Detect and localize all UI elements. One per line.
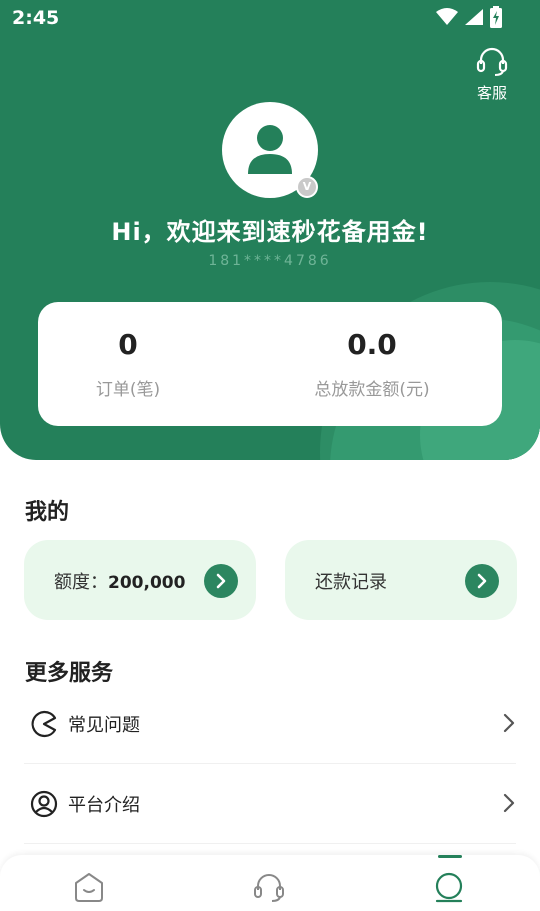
chevron-right-icon — [503, 793, 515, 813]
chevron-right-icon — [503, 713, 515, 733]
bottom-tab-bar — [0, 855, 540, 911]
credit-limit-value: 200,000 — [108, 573, 186, 593]
mine-section-title: 我的 — [25, 500, 70, 525]
customer-service-button[interactable]: 客服 — [472, 46, 512, 103]
menu-item-faq[interactable]: 常见问题 — [24, 684, 516, 764]
headset-icon — [476, 47, 508, 76]
status-bar: 2:45 — [0, 0, 540, 36]
active-tab-indicator — [438, 855, 462, 858]
loan-total-label: 总放款金额(元) — [314, 380, 430, 400]
repayment-record-arrow-button[interactable] — [465, 564, 499, 598]
orders-count: 0 — [118, 328, 138, 361]
credit-limit-arrow-button[interactable] — [204, 564, 238, 598]
stats-card: 0 订单(笔) 0.0 总放款金额(元) — [38, 302, 502, 426]
status-icons — [436, 6, 502, 28]
tab-mine[interactable] — [360, 855, 540, 911]
faq-icon — [31, 710, 57, 738]
orders-label: 订单(笔) — [95, 380, 161, 400]
repayment-record-label: 还款记录 — [315, 572, 387, 593]
home-icon — [75, 873, 103, 902]
repayment-record-card[interactable]: 还款记录 — [285, 540, 517, 620]
verified-badge: V — [296, 176, 318, 198]
person-icon — [248, 125, 292, 174]
customer-service-label: 客服 — [476, 84, 507, 102]
loan-total-value: 0.0 — [347, 328, 397, 361]
menu-item-platform-intro[interactable]: 平台介绍 — [24, 764, 516, 844]
headset-icon — [254, 874, 284, 902]
credit-limit-card[interactable]: 额度：200,000 — [24, 540, 256, 620]
user-circle-icon — [30, 790, 58, 818]
profile-icon — [435, 872, 463, 903]
signal-icon — [465, 9, 483, 25]
credit-limit-text: 额度：200,000 — [54, 568, 185, 594]
tab-service[interactable] — [180, 855, 360, 911]
faq-label: 常见问题 — [68, 715, 140, 736]
chevron-right-icon — [216, 573, 226, 589]
orders-stat[interactable]: 0 订单(笔) — [12, 302, 244, 400]
platform-intro-label: 平台介绍 — [68, 795, 140, 816]
battery-icon — [490, 6, 502, 28]
wifi-icon — [436, 8, 458, 25]
chevron-right-icon — [477, 573, 487, 589]
credit-limit-label: 额度： — [54, 572, 108, 593]
greeting-title: Hi，欢迎来到速秒花备用金! — [111, 218, 429, 246]
phone-number: 181****4786 — [208, 253, 332, 269]
status-time: 2:45 — [12, 7, 60, 29]
tab-home[interactable] — [0, 855, 180, 911]
loan-total-stat[interactable]: 0.0 总放款金额(元) — [256, 302, 488, 400]
more-services-title: 更多服务 — [25, 661, 114, 686]
